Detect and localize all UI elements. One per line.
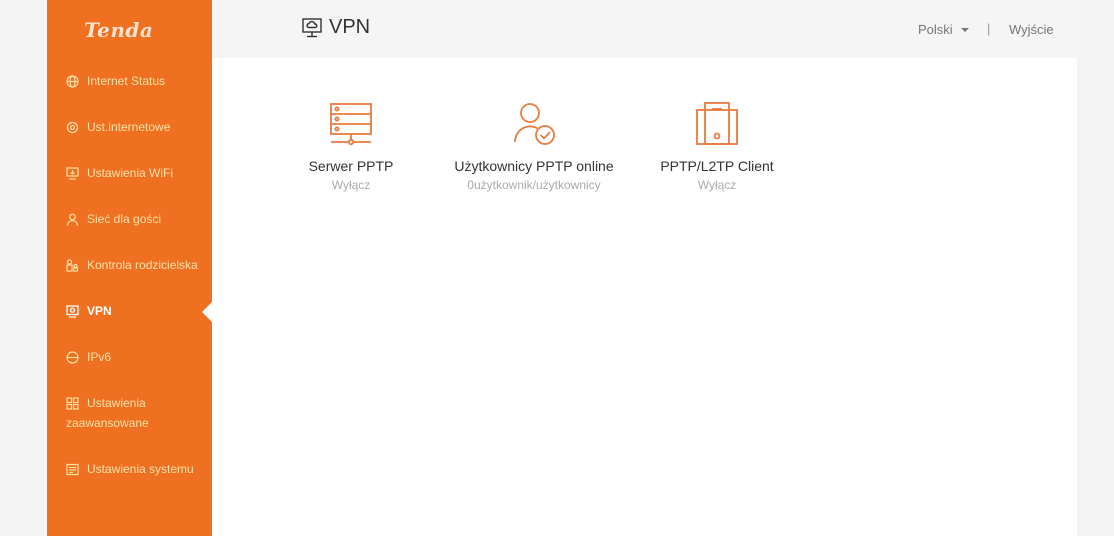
sidebar-item-label: VPN bbox=[87, 304, 112, 318]
header: VPN Polski | Wyjście bbox=[212, 0, 1077, 58]
caret-down-icon bbox=[960, 27, 969, 32]
wifi-screen-icon bbox=[66, 167, 79, 180]
ipv6-icon bbox=[66, 351, 79, 364]
card-status: Wyłącz bbox=[331, 178, 371, 192]
sidebar-item-label: IPv6 bbox=[87, 350, 112, 364]
guest-user-icon bbox=[66, 213, 79, 226]
sidebar-item-parental-control[interactable]: Kontrola rodzicielska bbox=[66, 255, 198, 275]
sidebar-item-label: Ust.internetowe bbox=[87, 120, 171, 134]
language-label: Polski bbox=[918, 22, 953, 37]
settings-icon bbox=[66, 121, 79, 134]
device-client-icon bbox=[617, 100, 817, 148]
card-pptp-online-users[interactable]: Użytkownicy PPTP online 0użytkownik/użyt… bbox=[434, 100, 634, 192]
page-title: VPN bbox=[301, 16, 370, 39]
sidebar-item-label: Ustawienia bbox=[87, 396, 146, 410]
sidebar: Tenda Internet Status Ust.internetowe Us… bbox=[47, 0, 212, 536]
user-check-icon bbox=[434, 100, 634, 148]
family-icon bbox=[66, 259, 79, 272]
sidebar-item-vpn[interactable]: VPN bbox=[66, 301, 112, 321]
sidebar-item-internet-status[interactable]: Internet Status bbox=[66, 71, 165, 91]
server-icon bbox=[251, 100, 451, 148]
card-title: PPTP/L2TP Client bbox=[660, 158, 774, 174]
page-title-text: VPN bbox=[329, 16, 371, 38]
app-frame: Tenda Internet Status Ust.internetowe Us… bbox=[47, 0, 1077, 536]
sidebar-item-label: Internet Status bbox=[87, 74, 166, 88]
sidebar-item-ipv6[interactable]: IPv6 bbox=[66, 347, 111, 367]
globe-icon bbox=[66, 75, 79, 88]
sidebar-item-system-settings[interactable]: Ustawienia systemu bbox=[66, 459, 194, 479]
card-status: Wyłącz bbox=[697, 178, 737, 192]
sidebar-item-advanced-settings[interactable]: Ustawienia zaawansowane bbox=[66, 393, 206, 433]
card-title: Użytkownicy PPTP online bbox=[454, 158, 614, 174]
sidebar-item-label: Kontrola rodzicielska bbox=[87, 258, 198, 272]
vpn-icon bbox=[66, 305, 79, 318]
card-pptp-server[interactable]: Serwer PPTP Wyłącz bbox=[251, 100, 451, 192]
system-icon bbox=[66, 463, 79, 476]
sidebar-item-label: Sieć dla gości bbox=[87, 212, 162, 226]
active-item-pointer bbox=[202, 302, 212, 322]
language-select[interactable]: Polski bbox=[918, 22, 969, 37]
grid-icon bbox=[66, 397, 79, 410]
sidebar-item-internet-settings[interactable]: Ust.internetowe bbox=[66, 117, 170, 137]
header-separator: | bbox=[987, 21, 991, 36]
sidebar-item-wifi-settings[interactable]: Ustawienia WiFi bbox=[66, 163, 173, 183]
sidebar-item-label: Ustawienia WiFi bbox=[87, 166, 174, 180]
tenda-logo: Tenda bbox=[84, 18, 154, 42]
sidebar-item-label: Ustawienia systemu bbox=[87, 462, 194, 476]
card-title: Serwer PPTP bbox=[308, 158, 394, 174]
card-status: 0użytkownik/użytkownicy bbox=[467, 178, 601, 192]
vpn-monitor-icon bbox=[301, 17, 323, 39]
logout-link[interactable]: Wyjście bbox=[1009, 22, 1054, 37]
sidebar-item-guest-network[interactable]: Sieć dla gości bbox=[66, 209, 161, 229]
card-pptp-l2tp-client[interactable]: PPTP/L2TP Client Wyłącz bbox=[617, 100, 817, 192]
sidebar-item-label-line2: zaawansowane bbox=[66, 416, 149, 430]
